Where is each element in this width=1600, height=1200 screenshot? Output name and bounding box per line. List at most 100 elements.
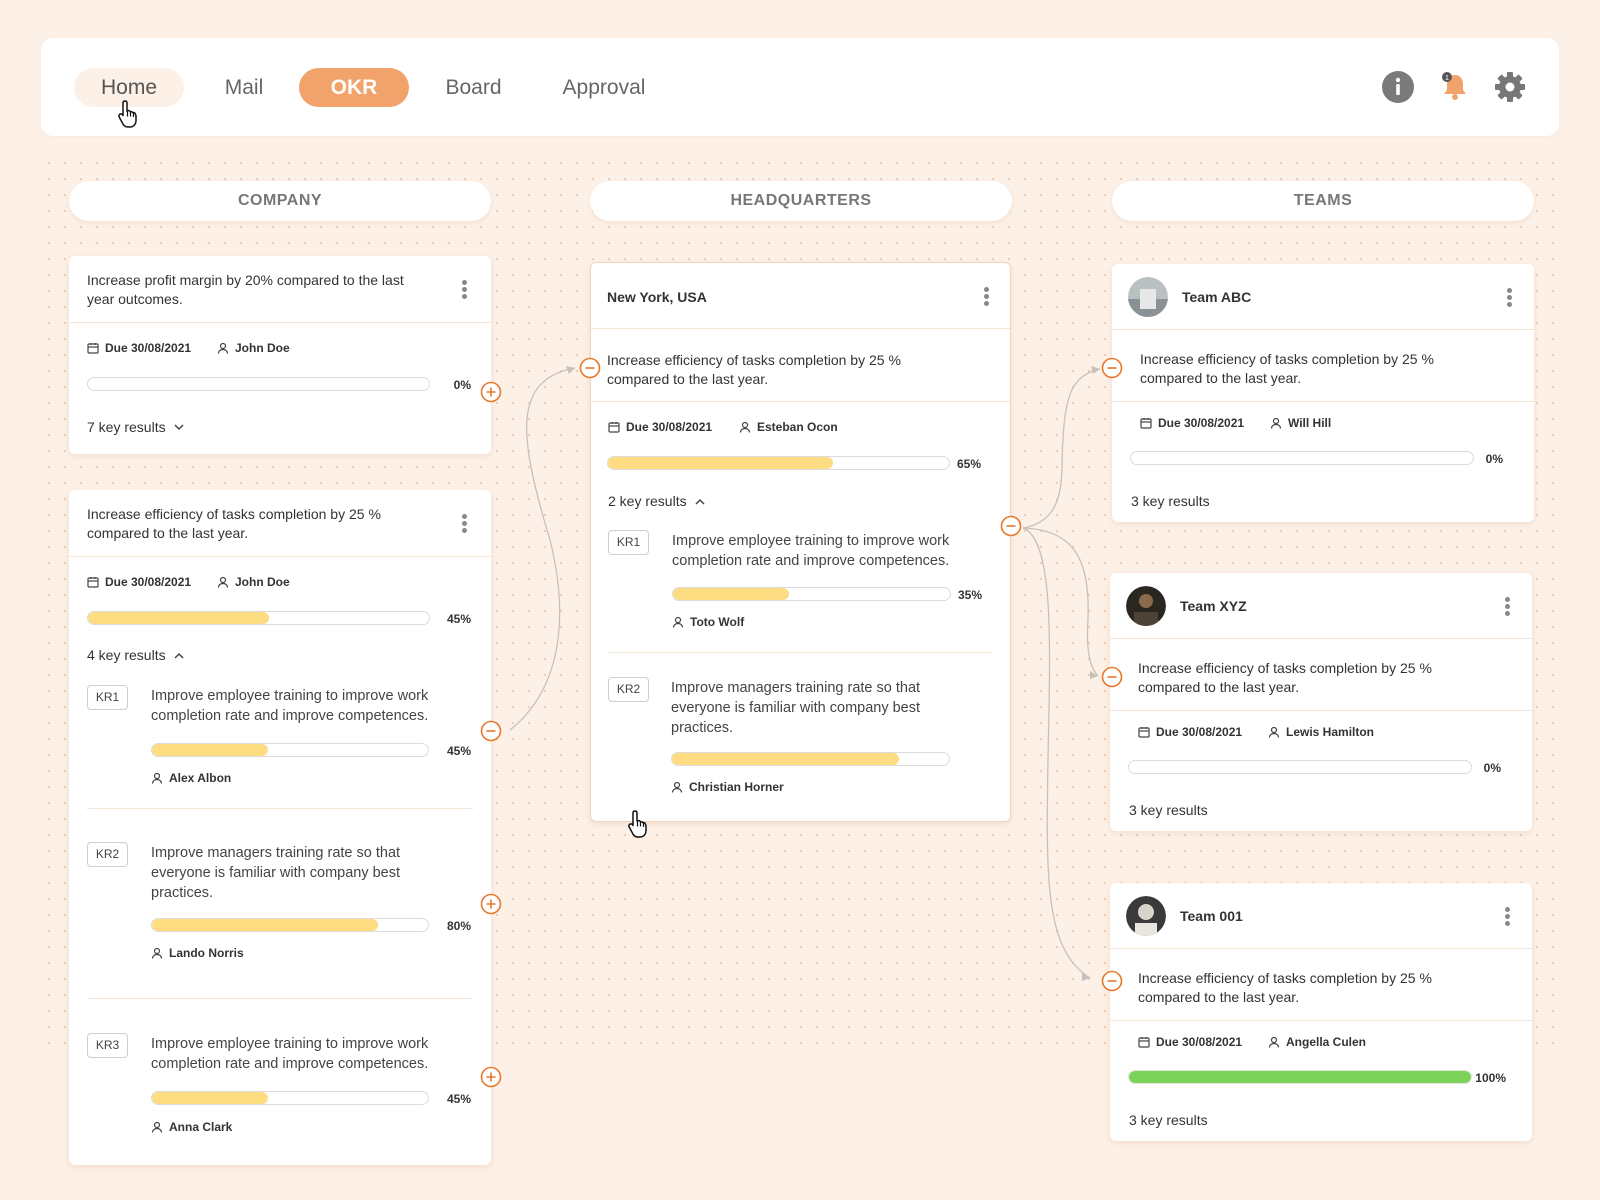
kr-progress-percent: 80% (446, 919, 471, 933)
collapse-node-icon[interactable] (1101, 666, 1123, 688)
kr-progress-percent: 45% (446, 744, 471, 758)
due-date: Due 30/08/2021 (608, 420, 712, 434)
kr-progress-bar (672, 587, 951, 601)
company-objective-card-expanded[interactable]: Increase efficiency of tasks completion … (69, 490, 491, 1165)
hand-cursor-icon (628, 810, 647, 838)
kr-progress-percent: 45% (446, 1092, 471, 1106)
owner: Esteban Ocon (739, 420, 838, 434)
due-date-text: Due 30/08/2021 (1156, 1035, 1243, 1049)
key-results-toggle[interactable]: 3 key results (1131, 493, 1210, 509)
kr-progress-percent: 35% (957, 588, 982, 602)
due-date-text: Due 30/08/2021 (1158, 416, 1245, 430)
kr-text: Improve managers training rate so that e… (671, 680, 921, 736)
progress-bar (1128, 760, 1472, 774)
kr-tag: KR2 (87, 842, 128, 867)
owner-name: Lewis Hamilton (1286, 725, 1375, 739)
owner-name: Angella Culen (1286, 1035, 1367, 1049)
gear-icon[interactable] (1493, 70, 1527, 104)
team-card-001[interactable]: Team 001 Increase efficiency of tasks co… (1110, 883, 1532, 1141)
calendar-icon (608, 422, 620, 433)
kr-owner-name: Lando Norris (169, 946, 244, 960)
kr-owner: Toto Wolf (672, 615, 744, 629)
objective-text: Increase efficiency of tasks completion … (87, 506, 381, 541)
team-card-abc[interactable]: Team ABC Increase efficiency of tasks co… (1112, 264, 1534, 522)
tab-approval[interactable]: Approval (549, 68, 659, 107)
more-options-icon[interactable] (1501, 595, 1513, 621)
more-options-icon[interactable] (458, 278, 470, 304)
owner: Lewis Hamilton (1268, 725, 1374, 739)
team-avatar (1128, 277, 1168, 317)
kr-owner: Alex Albon (151, 771, 231, 785)
collapse-node-icon[interactable] (579, 357, 601, 379)
user-icon (217, 576, 229, 588)
owner: John Doe (217, 575, 290, 589)
key-results-toggle[interactable]: 3 key results (1129, 1112, 1208, 1128)
headquarters-card[interactable]: New York, USA Increase efficiency of tas… (590, 262, 1011, 822)
key-results-count: 2 key results (608, 493, 687, 509)
user-icon (672, 616, 684, 628)
team-avatar (1126, 586, 1166, 626)
user-icon (217, 342, 229, 354)
company-objective-card[interactable]: Increase profit margin by 20% compared t… (69, 256, 491, 454)
owner: John Doe (217, 341, 290, 355)
team-name: Team XYZ (1180, 598, 1247, 614)
key-results-toggle[interactable]: 2 key results (608, 493, 705, 509)
owner-name: John Doe (235, 341, 290, 355)
due-date-text: Due 30/08/2021 (105, 341, 192, 355)
due-date-text: Due 30/08/2021 (626, 420, 713, 434)
column-header-headquarters: HEADQUARTERS (590, 181, 1012, 221)
objective-text: Increase profit margin by 20% compared t… (87, 272, 404, 307)
user-icon (1268, 726, 1280, 738)
calendar-icon (1138, 727, 1150, 738)
owner-name: Will Hill (1288, 416, 1332, 430)
user-icon (151, 772, 163, 784)
more-options-icon[interactable] (980, 285, 992, 311)
progress-bar (1128, 1070, 1472, 1084)
user-icon (151, 1121, 163, 1133)
kr-owner-name: Christian Horner (689, 780, 784, 794)
progress-bar (87, 377, 430, 391)
tab-mail[interactable]: Mail (209, 68, 279, 107)
hq-title: New York, USA (607, 289, 707, 305)
collapse-node-icon[interactable] (1101, 357, 1123, 379)
expand-node-icon[interactable] (480, 1066, 502, 1088)
tab-board[interactable]: Board (426, 68, 521, 107)
key-results-count: 7 key results (87, 419, 166, 435)
user-icon (739, 421, 751, 433)
collapse-node-icon[interactable] (1000, 515, 1022, 537)
kr-tag: KR3 (87, 1033, 128, 1058)
kr-progress-bar (151, 918, 429, 932)
kr-owner-name: Toto Wolf (690, 615, 745, 629)
key-results-toggle[interactable]: 3 key results (1129, 802, 1208, 818)
collapse-node-icon[interactable] (480, 720, 502, 742)
column-header-teams: TEAMS (1112, 181, 1534, 221)
key-results-toggle[interactable]: 4 key results (87, 647, 184, 663)
expand-node-icon[interactable] (480, 381, 502, 403)
more-options-icon[interactable] (458, 512, 470, 538)
column-header-company: COMPANY (69, 181, 491, 221)
more-options-icon[interactable] (1503, 286, 1515, 312)
progress-bar (1130, 451, 1474, 465)
collapse-node-icon[interactable] (1101, 970, 1123, 992)
team-card-xyz[interactable]: Team XYZ Increase efficiency of tasks co… (1110, 573, 1532, 831)
owner-name: Esteban Ocon (757, 420, 838, 434)
notification-badge: 1 (1445, 75, 1449, 82)
progress-percent: 100% (1475, 1071, 1506, 1085)
chevron-down-icon (174, 423, 184, 430)
info-icon[interactable] (1381, 70, 1415, 104)
kr-owner: Anna Clark (151, 1120, 232, 1134)
expand-node-icon[interactable] (480, 893, 502, 915)
objective-text: Increase efficiency of tasks completion … (1140, 351, 1434, 386)
kr-tag: KR2 (608, 677, 649, 702)
bell-icon[interactable]: 1 (1438, 70, 1472, 104)
calendar-icon (1140, 418, 1152, 429)
progress-percent: 0% (453, 378, 471, 392)
kr-tag: KR1 (87, 685, 128, 710)
due-date: Due 30/08/2021 (1138, 1035, 1242, 1049)
progress-bar (607, 456, 950, 470)
due-date: Due 30/08/2021 (1138, 725, 1242, 739)
tab-okr[interactable]: OKR (299, 68, 409, 107)
key-results-toggle[interactable]: 7 key results (87, 419, 184, 435)
progress-percent: 65% (956, 457, 981, 471)
more-options-icon[interactable] (1501, 905, 1513, 931)
